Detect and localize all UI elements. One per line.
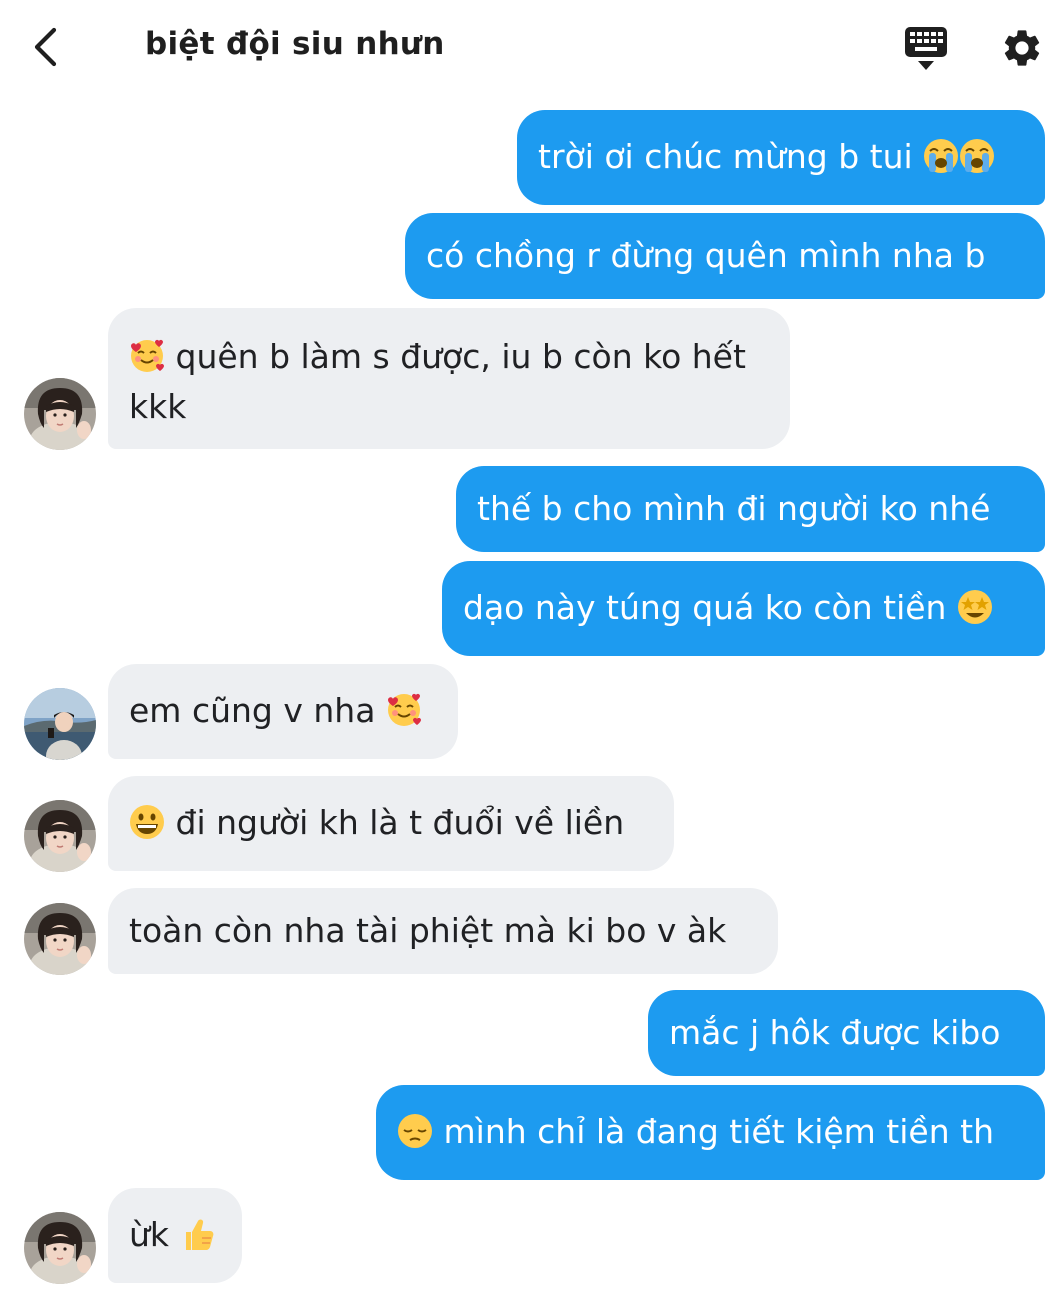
message-text: toàn còn nha tài phiệt mà ki bo v àk: [129, 911, 727, 950]
message-text: mình chỉ là đang tiết kiệm tiền th: [443, 1112, 994, 1151]
avatar-image: [24, 903, 96, 975]
message-text: quên b làm s được, iu b còn ko hết kkk: [129, 337, 746, 426]
message-bubble-outgoing[interactable]: trời ơi chúc mừng b tui: [517, 110, 1045, 205]
avatar[interactable]: [24, 903, 96, 975]
message-text: em cũng v nha: [129, 691, 376, 730]
message-text: dạo này túng quá ko còn tiền: [463, 588, 947, 627]
avatar-image: [24, 1212, 96, 1284]
message-bubble-incoming[interactable]: em cũng v nha: [108, 664, 458, 759]
message-text: mắc j hôk được kibo: [669, 1013, 1001, 1052]
avatar-image: [24, 800, 96, 872]
avatar-image: [24, 688, 96, 760]
conversation-title: biệt đội siu nhưn: [145, 26, 445, 62]
smiling-face-with-hearts-icon: [129, 338, 165, 374]
message-bubble-incoming[interactable]: toàn còn nha tài phiệt mà ki bo v àk: [108, 888, 778, 974]
message-text: trời ơi chúc mừng b tui: [538, 137, 913, 176]
grinning-face-icon: [129, 804, 165, 840]
message-bubble-outgoing[interactable]: có chồng r đừng quên mình nha b: [405, 213, 1045, 299]
message-bubble-outgoing[interactable]: thế b cho mình đi người ko nhé: [456, 466, 1045, 552]
avatar[interactable]: [24, 688, 96, 760]
message-text: có chồng r đừng quên mình nha b: [426, 236, 986, 275]
gear-icon[interactable]: [1000, 26, 1044, 70]
avatar[interactable]: [24, 1212, 96, 1284]
message-bubble-outgoing[interactable]: mắc j hôk được kibo: [648, 990, 1045, 1076]
message-text: đi người kh là t đuổi về liền: [175, 803, 625, 842]
avatar[interactable]: [24, 378, 96, 450]
avatar[interactable]: [24, 800, 96, 872]
message-bubble-outgoing[interactable]: mình chỉ là đang tiết kiệm tiền th: [376, 1085, 1045, 1180]
star-struck-icon: [957, 589, 993, 625]
keyboard-icon[interactable]: [904, 26, 948, 72]
message-bubble-incoming[interactable]: quên b làm s được, iu b còn ko hết kkk: [108, 308, 790, 449]
loudly-crying-face-icon: [923, 138, 959, 174]
avatar-image: [24, 378, 96, 450]
chevron-left-icon[interactable]: [30, 26, 62, 68]
pensive-face-icon: [397, 1113, 433, 1149]
thumbs-up-icon: [180, 1216, 216, 1252]
message-bubble-incoming[interactable]: ừk: [108, 1188, 242, 1283]
chat-header: biệt đội siu nhưn: [0, 0, 1057, 96]
smiling-face-with-hearts-icon: [386, 692, 422, 728]
message-text: ừk: [129, 1215, 170, 1254]
message-text: thế b cho mình đi người ko nhé: [477, 489, 991, 528]
loudly-crying-face-icon: [959, 138, 995, 174]
message-bubble-outgoing[interactable]: dạo này túng quá ko còn tiền: [442, 561, 1045, 656]
message-bubble-incoming[interactable]: đi người kh là t đuổi về liền: [108, 776, 674, 871]
